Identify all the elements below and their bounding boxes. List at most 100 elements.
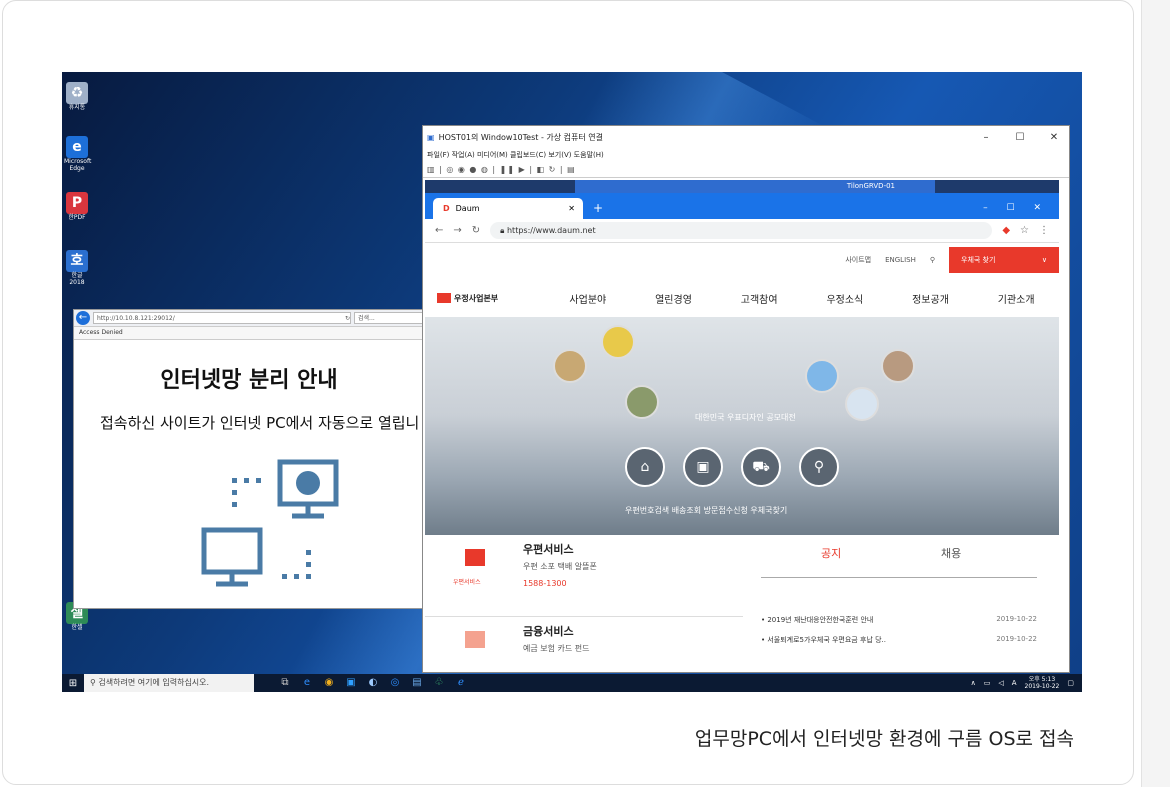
- service-row[interactable]: 우편서비스 우편서비스 우편 소포 택배 알뜰폰 1588-1300: [425, 535, 743, 617]
- hyperv-menu[interactable]: 파일(F) 작업(A) 미디어(M) 클립보드(C) 보기(V) 도움말(H): [423, 148, 1069, 162]
- clock[interactable]: 오후 5:13 2019-10-22: [1025, 676, 1060, 690]
- refresh-icon[interactable]: ↻: [345, 313, 350, 323]
- desktop-icon[interactable]: 호 한글 2018: [64, 250, 90, 286]
- volume-icon[interactable]: ◁: [998, 679, 1003, 687]
- stamp-image: [625, 385, 659, 419]
- english-link[interactable]: ENGLISH: [885, 256, 916, 264]
- url-text: https://www.daum.net: [506, 226, 596, 235]
- ie-icon[interactable]: ℯ: [450, 674, 472, 692]
- service-row[interactable]: 금융서비스 예금 보험 카드 펀드: [425, 617, 743, 672]
- pickup-request-button[interactable]: ⛟: [741, 447, 781, 487]
- app-icon[interactable]: ▤: [406, 674, 428, 692]
- chevron-up-icon[interactable]: ∧: [971, 679, 976, 687]
- delivery-tracking-button[interactable]: ▣: [683, 447, 723, 487]
- dot: [282, 574, 287, 579]
- nav-item[interactable]: 기관소개: [973, 291, 1059, 306]
- clock-time: 오후 5:13: [1028, 676, 1056, 683]
- vm-screen: TilonGRVD-01 D Daum ✕ + – ☐ ✕ ← → ↻ 🔒︎ h…: [425, 180, 1059, 672]
- monitor-bottom: [201, 527, 263, 575]
- maximize-button[interactable]: ☐: [1005, 132, 1035, 143]
- notice-item[interactable]: • 2019년 재난대응안전한국훈련 안내 2019-10-22: [761, 615, 1037, 625]
- chevron-down-icon: ∨: [1041, 256, 1047, 264]
- stamp-image: [805, 359, 839, 393]
- back-arrow-icon[interactable]: ←: [435, 225, 443, 236]
- nav-item[interactable]: 고객참여: [716, 291, 802, 306]
- chrome-window-controls[interactable]: – ☐ ✕: [983, 198, 1059, 219]
- menu-dots-icon[interactable]: ⋮: [1039, 225, 1049, 236]
- scrollbar[interactable]: [1141, 0, 1170, 787]
- nav-item[interactable]: 정보공개: [888, 291, 974, 306]
- tab-notice[interactable]: 공지: [821, 545, 841, 561]
- reload-icon[interactable]: ↻: [472, 225, 480, 236]
- hero-banner[interactable]: 대한민국 우표디자인 공모대전 ⌂ ▣ ⛟ ⚲ 우편번호검색 배송조회 방문접수…: [425, 317, 1059, 535]
- task-view-icon[interactable]: ⧉: [274, 674, 296, 692]
- taskbar-search-text: 검색하려면 여기에 입력하십시오.: [98, 678, 210, 687]
- ie-tab[interactable]: Access Denied: [74, 327, 424, 340]
- nav-item[interactable]: 우정소식: [802, 291, 888, 306]
- back-icon[interactable]: ←: [76, 311, 90, 325]
- site-logo[interactable]: 우정사업본부: [425, 293, 545, 304]
- app-icon[interactable]: ♧: [428, 674, 450, 692]
- ie-message: 접속하신 사이트가 인터넷 PC에서 자동으로 열립니: [100, 414, 420, 432]
- chrome-icon[interactable]: ◉: [318, 674, 340, 692]
- sitemap-link[interactable]: 사이트맵: [845, 255, 871, 265]
- pdf-icon: P: [66, 192, 88, 214]
- vm-connection-bar: TilonGRVD-01: [575, 180, 935, 193]
- desktop-icon[interactable]: ♻ 휴지통: [64, 82, 90, 111]
- post-office-finder-button[interactable]: ⚲: [799, 447, 839, 487]
- taskbar: ⊞ ⚲ 검색하려면 여기에 입력하십시오. ⧉ e ◉ ▣ ◐ ◎ ▤ ♧ ℯ …: [62, 674, 1082, 692]
- ie-address-bar[interactable]: http://10.10.8.121:29012/ ↻: [93, 312, 351, 324]
- service-list: 우편서비스 우편서비스 우편 소포 택배 알뜰폰 1588-1300 금융서비스…: [425, 535, 743, 672]
- app-icon[interactable]: ◐: [362, 674, 384, 692]
- logo-text: 우정사업본부: [454, 293, 499, 303]
- desktop-icon[interactable]: P 한PDF: [64, 192, 90, 221]
- app-icon[interactable]: ◎: [384, 674, 406, 692]
- start-button[interactable]: ⊞: [62, 678, 84, 689]
- notice-item[interactable]: • 서울퇴계로5가우체국 우편요금 후납 당.. 2019-10-22: [761, 635, 1037, 645]
- taskbar-search[interactable]: ⚲ 검색하려면 여기에 입력하십시오.: [84, 674, 254, 692]
- ie-search-box[interactable]: 검색...: [354, 312, 424, 324]
- desktop-icon-label: 한셀: [71, 624, 83, 631]
- notification-icon[interactable]: ▢: [1067, 679, 1074, 687]
- star-icon[interactable]: ☆: [1020, 225, 1029, 236]
- close-button[interactable]: ✕: [1039, 132, 1069, 143]
- nav-item[interactable]: 사업분야: [545, 291, 631, 306]
- notice-date: 2019-10-22: [996, 615, 1037, 623]
- notice-date: 2019-10-22: [996, 635, 1037, 643]
- service-tel: 1588-1300: [523, 579, 567, 588]
- notice-panel: 공지 채용 • 2019년 재난대응안전한국훈련 안내 2019-10-22 • …: [743, 535, 1059, 672]
- edge-icon[interactable]: e: [296, 674, 318, 692]
- chrome-tab[interactable]: D Daum ✕: [433, 198, 583, 219]
- notice-text: • 서울퇴계로5가우체국 우편요금 후납 당..: [761, 636, 886, 644]
- postcode-search-button[interactable]: ⌂: [625, 447, 665, 487]
- post-office-finder[interactable]: 우체국 찾기 ∨: [949, 247, 1059, 273]
- chrome-tabstrip: D Daum ✕ + – ☐ ✕: [425, 193, 1059, 219]
- dot: [294, 574, 299, 579]
- forward-arrow-icon[interactable]: →: [453, 225, 461, 236]
- stamp-image: [553, 349, 587, 383]
- map-pin-icon: ⚲: [813, 459, 825, 475]
- parcel-icon: ▣: [696, 459, 710, 475]
- desktop-icon[interactable]: e Microsoft Edge: [64, 136, 91, 172]
- service-sub: 예금 보험 카드 펀드: [523, 644, 590, 653]
- ie-address-text: http://10.10.8.121:29012/: [97, 315, 175, 322]
- hyperv-window: ▣ HOST01의 Window10Test - 가상 컴퓨터 연결 – ☐ ✕…: [422, 125, 1070, 673]
- minimize-button[interactable]: –: [971, 132, 1001, 143]
- app-icon[interactable]: ▣: [340, 674, 362, 692]
- url-bar[interactable]: 🔒︎ https://www.daum.net: [490, 222, 993, 239]
- system-tray: ∧ ▭ ◁ A 오후 5:13 2019-10-22 ▢: [971, 676, 1082, 690]
- search-icon[interactable]: ⚲: [930, 256, 935, 264]
- new-tab-button[interactable]: +: [593, 198, 603, 219]
- hyperv-toolbar[interactable]: ▥ | ◎ ◉ ● ◍ | ❚❚ ▶ | ◧ ↻ | ▤: [423, 162, 1069, 178]
- recycle-bin-icon: ♻: [66, 82, 88, 104]
- dot: [232, 502, 237, 507]
- tab-recruit[interactable]: 채용: [941, 545, 961, 561]
- network-icon[interactable]: ▭: [984, 679, 991, 687]
- desktop-icon-label: 휴지통: [68, 104, 86, 111]
- ime-lang[interactable]: A: [1012, 679, 1017, 687]
- ie-heading: 인터넷망 분리 안내: [160, 368, 338, 393]
- nav-item[interactable]: 열린경영: [631, 291, 717, 306]
- desktop-icon-label: 한글 2018: [69, 272, 85, 286]
- tab-close-icon[interactable]: ✕: [568, 198, 575, 219]
- extension-icon[interactable]: ◆: [1002, 225, 1010, 236]
